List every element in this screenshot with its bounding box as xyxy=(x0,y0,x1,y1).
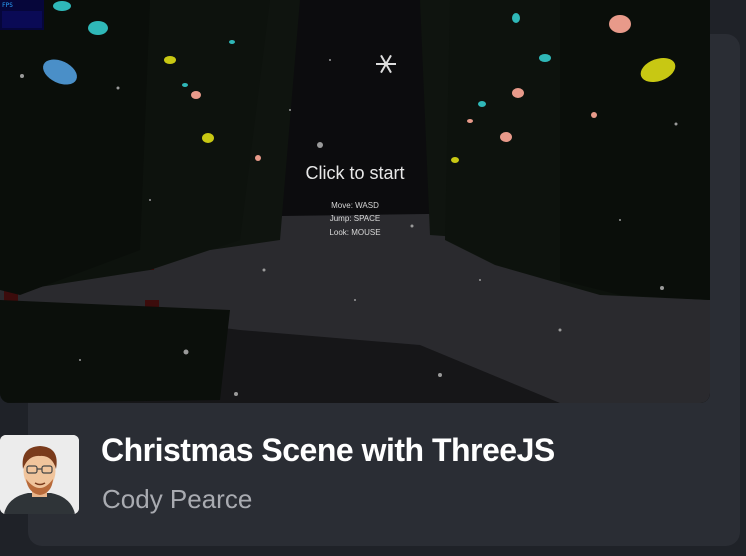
fps-graph xyxy=(2,11,42,28)
project-title[interactable]: Christmas Scene with ThreeJS xyxy=(101,432,555,469)
control-look: Look: MOUSE xyxy=(329,228,381,237)
author-name[interactable]: Cody Pearce xyxy=(102,484,252,515)
fps-label: FPS xyxy=(2,2,13,9)
control-jump: Jump: SPACE xyxy=(329,214,381,223)
fps-counter: FPS xyxy=(0,0,44,30)
avatar-portrait xyxy=(0,435,79,514)
game-viewport[interactable]: FPS Click to start Move: WASD Jump: SPAC… xyxy=(0,0,710,403)
avatar[interactable] xyxy=(0,435,79,514)
control-move: Move: WASD xyxy=(331,201,379,210)
start-prompt[interactable]: Click to start xyxy=(0,163,710,184)
